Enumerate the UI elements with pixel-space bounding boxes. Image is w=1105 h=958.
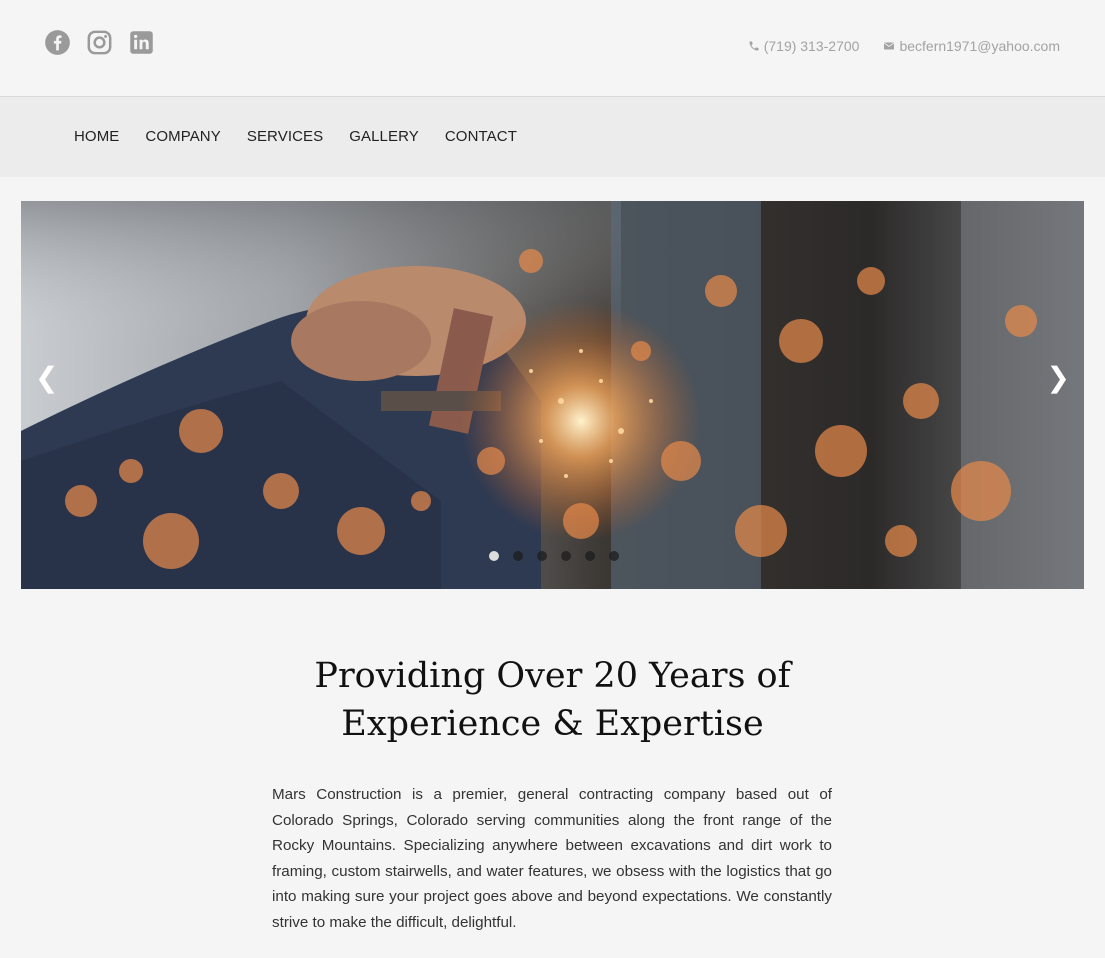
nav-item-gallery[interactable]: GALLERY (349, 128, 419, 145)
linkedin-icon[interactable] (128, 29, 155, 56)
slider-dot[interactable] (489, 551, 499, 561)
contact-info: (719) 313-2700 becfern1971@yahoo.com (748, 38, 1060, 54)
nav-item-home[interactable]: HOME (74, 128, 119, 145)
envelope-icon (884, 42, 895, 50)
email-address: becfern1971@yahoo.com (899, 38, 1060, 54)
slider-prev-arrow[interactable]: ❮ (35, 364, 58, 392)
social-links (44, 29, 155, 56)
email-link[interactable]: becfern1971@yahoo.com (883, 38, 1060, 54)
slider-dot[interactable] (561, 551, 571, 561)
nav-item-company[interactable]: COMPANY (145, 128, 220, 145)
hero-slider: ❮ ❯ (21, 201, 1084, 589)
phone-icon (749, 41, 759, 51)
slider-dot[interactable] (609, 551, 619, 561)
slider-next-arrow[interactable]: ❯ (1047, 364, 1070, 392)
slider-dot[interactable] (513, 551, 523, 561)
top-bar: (719) 313-2700 becfern1971@yahoo.com (0, 0, 1105, 97)
instagram-icon[interactable] (86, 29, 113, 56)
phone-link[interactable]: (719) 313-2700 (748, 38, 860, 54)
slider-dots (489, 551, 619, 561)
nav-item-contact[interactable]: CONTACT (445, 128, 517, 145)
nav-item-services[interactable]: SERVICES (247, 128, 323, 145)
phone-number: (719) 313-2700 (763, 38, 860, 54)
headline-line-2: Experience & Expertise (341, 704, 764, 744)
slider-dot[interactable] (537, 551, 547, 561)
main-nav: HOME COMPANY SERVICES GALLERY CONTACT (0, 97, 1105, 177)
page-headline: Providing Over 20 Years of Experience & … (0, 652, 1105, 748)
headline-line-1: Providing Over 20 Years of (314, 656, 791, 696)
slider-dot[interactable] (585, 551, 595, 561)
hero-image (21, 201, 1084, 589)
intro-paragraph: Mars Construction is a premier, general … (272, 786, 832, 931)
facebook-icon[interactable] (44, 29, 71, 56)
